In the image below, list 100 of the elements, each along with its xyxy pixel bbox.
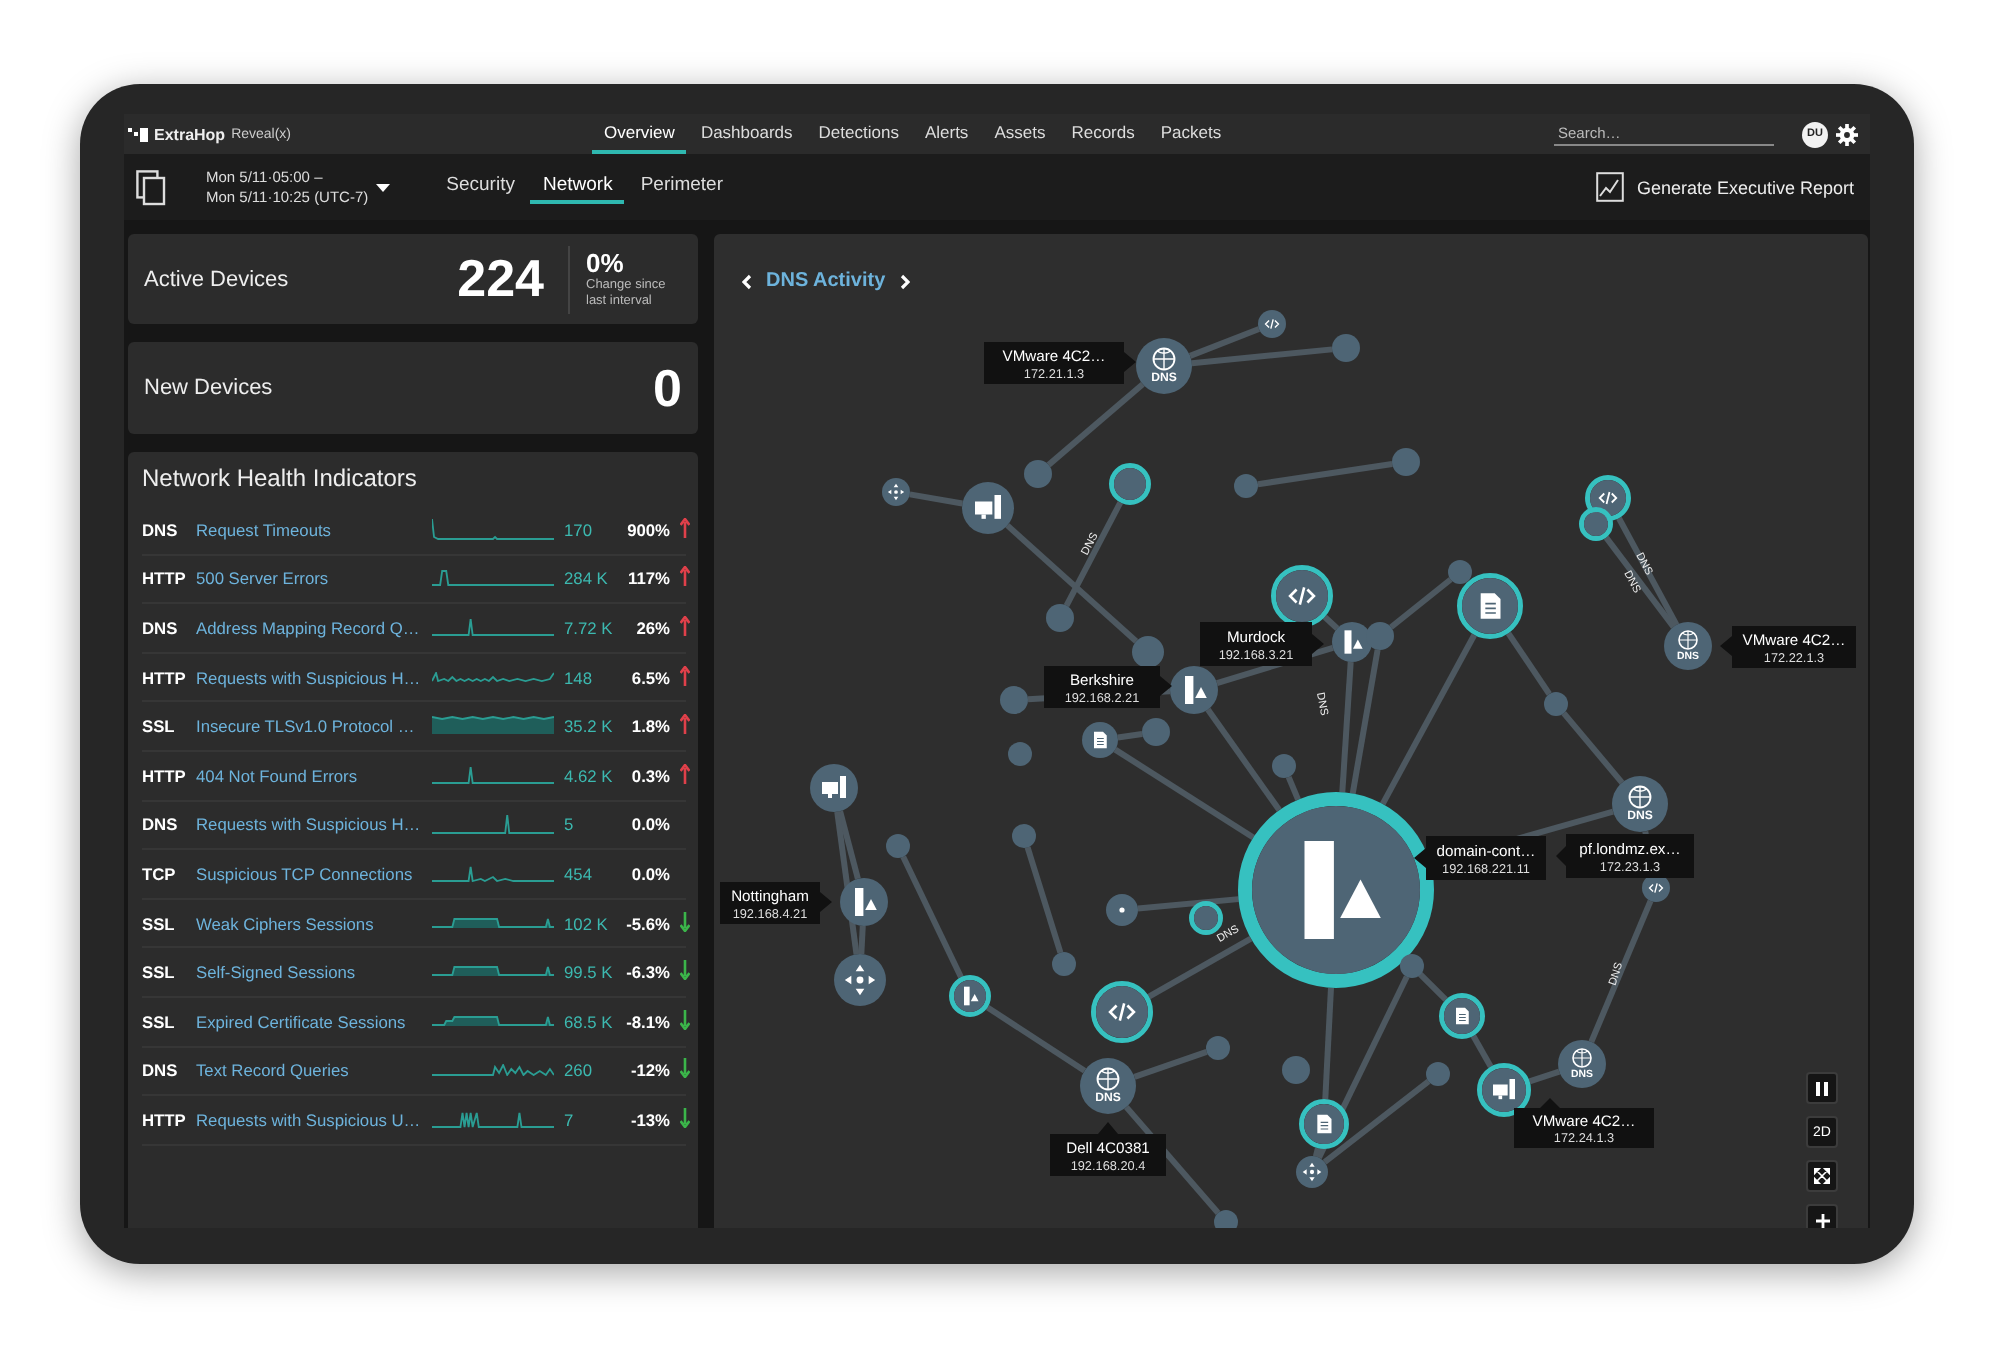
- metric-link[interactable]: Requests with Suspicious H…: [196, 814, 430, 835]
- metric-value: 284 K: [562, 568, 610, 589]
- caret-icon[interactable]: [376, 183, 391, 191]
- device-node[interactable]: [1258, 310, 1286, 338]
- view-tab[interactable]: Perimeter: [628, 170, 736, 204]
- zoom-in-button[interactable]: [1806, 1204, 1838, 1228]
- protocol-label: HTTP: [142, 1109, 188, 1130]
- device-node[interactable]: [1012, 824, 1036, 848]
- device-node[interactable]: [1477, 1063, 1531, 1117]
- metric-link[interactable]: Self-Signed Sessions: [196, 962, 430, 983]
- sparkline: [432, 966, 554, 978]
- connector-line: [1046, 381, 1145, 468]
- metric-link[interactable]: Expired Certificate Sessions: [196, 1011, 430, 1032]
- metric-value: 7: [562, 1109, 576, 1130]
- device-node[interactable]: [1142, 718, 1170, 746]
- device-node[interactable]: [1457, 573, 1523, 639]
- pages-icon[interactable]: [136, 169, 166, 205]
- device-tooltip: [1050, 1122, 1166, 1176]
- device-node[interactable]: [1366, 622, 1394, 650]
- connector-line: [1528, 1068, 1561, 1085]
- fullscreen-button[interactable]: [1806, 1160, 1838, 1192]
- device-node[interactable]: [1046, 604, 1074, 632]
- card-title: New Devices: [144, 376, 273, 400]
- metric-link[interactable]: 404 Not Found Errors: [196, 765, 430, 786]
- metric-link[interactable]: Requests with Suspicious U…: [196, 1109, 430, 1130]
- metric-link[interactable]: Address Mapping Record Q…: [196, 617, 430, 638]
- nav-tab[interactable]: Records: [1059, 114, 1147, 154]
- device-tooltip: [1556, 834, 1694, 878]
- metric-change: 1.8%: [629, 716, 670, 737]
- map-title[interactable]: DNS Activity: [766, 270, 886, 292]
- device-node[interactable]: [1579, 507, 1613, 541]
- device-node[interactable]: [1238, 792, 1434, 988]
- device-node[interactable]: [1091, 981, 1153, 1043]
- metric-change: 0.0%: [629, 814, 670, 835]
- device-node[interactable]: [1214, 1210, 1238, 1228]
- device-node[interactable]: [1282, 1056, 1310, 1084]
- device-tooltip: [1044, 666, 1172, 708]
- metric-link[interactable]: Insecure TLSv1.0 Protocol …: [196, 716, 430, 737]
- pause-button[interactable]: [1806, 1072, 1838, 1104]
- device-node[interactable]: [1426, 1062, 1450, 1086]
- device-node[interactable]: [1332, 334, 1360, 362]
- metric-change: -12%: [628, 1060, 670, 1081]
- view-tab[interactable]: Security: [434, 170, 527, 204]
- connector-line: [1133, 1049, 1208, 1080]
- chevron-left-icon[interactable]: [742, 273, 752, 289]
- metric-link[interactable]: Request Timeouts: [196, 519, 430, 540]
- device-node[interactable]: [1448, 560, 1472, 584]
- device-node[interactable]: [840, 878, 888, 926]
- device-node[interactable]: [1206, 1036, 1230, 1060]
- chevron-right-icon[interactable]: [899, 273, 910, 289]
- device-node[interactable]: [1000, 686, 1028, 714]
- nav-tab[interactable]: Assets: [982, 114, 1058, 154]
- device-node[interactable]: [1132, 636, 1164, 668]
- device-node[interactable]: [1106, 894, 1138, 926]
- device-node[interactable]: [1052, 952, 1076, 976]
- device-node[interactable]: [1272, 754, 1296, 778]
- metric-value: 4.62 K: [562, 765, 615, 786]
- device-node[interactable]: [1400, 954, 1424, 978]
- view-tab[interactable]: Network: [530, 170, 625, 204]
- metric-change: 900%: [625, 519, 670, 540]
- device-node[interactable]: [1299, 1099, 1349, 1149]
- metric-link[interactable]: Suspicious TCP Connections: [196, 863, 430, 884]
- nav-tab[interactable]: Packets: [1148, 114, 1234, 154]
- protocol-label: HTTP: [142, 667, 188, 688]
- device-node[interactable]: [1439, 993, 1485, 1039]
- device-node[interactable]: [882, 478, 910, 506]
- device-node[interactable]: [834, 954, 886, 1006]
- device-node[interactable]: [1585, 475, 1631, 521]
- metric-change: 117%: [626, 568, 670, 589]
- metric-value: 454: [562, 863, 594, 884]
- nav-tab[interactable]: Detections: [806, 114, 911, 154]
- device-node[interactable]: [1392, 448, 1420, 476]
- device-node[interactable]: [949, 975, 991, 1017]
- nav-tab[interactable]: Alerts: [912, 114, 981, 154]
- metric-change: 0.3%: [629, 765, 670, 786]
- device-node[interactable]: [962, 482, 1014, 534]
- nav-tab[interactable]: Dashboards: [688, 114, 805, 154]
- connector-line: [1505, 631, 1552, 696]
- device-node[interactable]: [886, 834, 910, 858]
- settings-icon[interactable]: [1836, 123, 1858, 145]
- metric-link[interactable]: Text Record Queries: [196, 1060, 430, 1081]
- device-node[interactable]: [810, 764, 858, 812]
- device-node[interactable]: [1332, 622, 1372, 662]
- protocol-label: DNS: [142, 814, 180, 835]
- device-node[interactable]: [1024, 460, 1052, 488]
- device-node[interactable]: [1234, 474, 1258, 498]
- device-node[interactable]: [1544, 692, 1568, 716]
- report-button[interactable]: Generate Executive Report: [1584, 170, 1866, 204]
- metric-link[interactable]: Requests with Suspicious H…: [196, 667, 430, 688]
- device-node[interactable]: [1109, 463, 1151, 505]
- brand-name: ExtraHop: [154, 125, 226, 143]
- device-node[interactable]: [1170, 666, 1218, 714]
- device-node[interactable]: [1008, 742, 1032, 766]
- device-node[interactable]: [1082, 722, 1118, 758]
- protocol-label: TCP: [142, 863, 178, 884]
- device-node[interactable]: [1271, 565, 1333, 627]
- device-node[interactable]: [1296, 1156, 1328, 1188]
- metric-link[interactable]: Weak Ciphers Sessions: [196, 913, 430, 934]
- metric-link[interactable]: 500 Server Errors: [196, 568, 430, 589]
- metric-change: -8.1%: [624, 1011, 670, 1032]
